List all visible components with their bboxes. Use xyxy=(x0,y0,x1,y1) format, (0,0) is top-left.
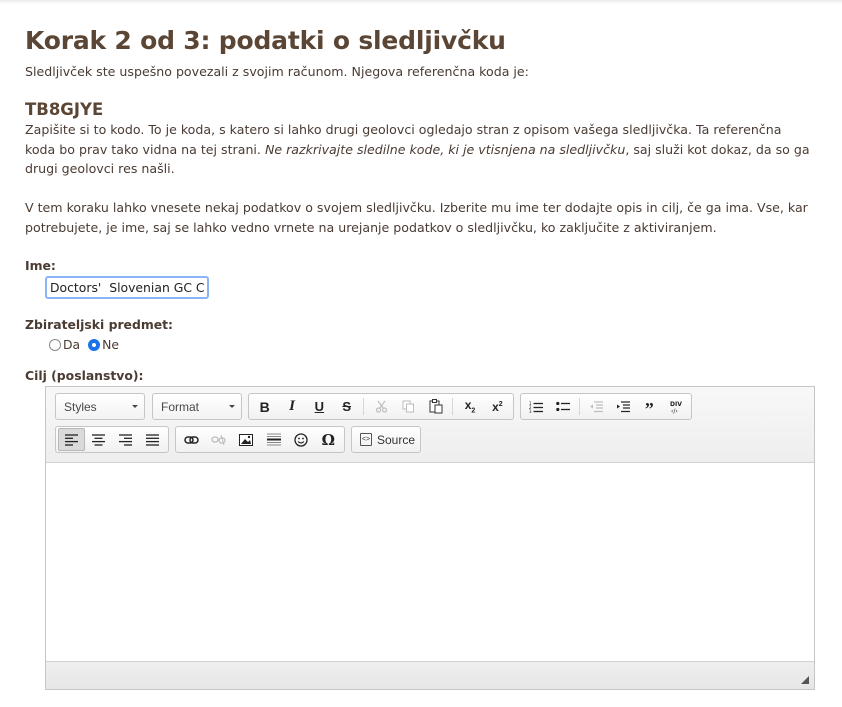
align-center-icon[interactable] xyxy=(85,428,112,451)
goal-label: Cilj (poslanstvo): xyxy=(25,368,144,383)
smiley-icon[interactable] xyxy=(287,428,314,451)
chevron-down-icon xyxy=(229,405,235,408)
collectible-radio-group: Da Ne xyxy=(49,337,127,352)
radio-no-circle[interactable] xyxy=(88,338,101,351)
radio-yes-circle[interactable] xyxy=(49,338,61,351)
source-button[interactable]: <> Source xyxy=(354,428,421,451)
radio-yes-label: Da xyxy=(63,337,81,352)
svg-text:DIV: DIV xyxy=(670,401,682,408)
toolbar-group-insert: Ω xyxy=(175,426,345,453)
numbered-list-icon[interactable]: 123 xyxy=(523,395,550,418)
toolbar-separator xyxy=(579,398,580,415)
svg-text:‹/›: ‹/› xyxy=(671,408,678,414)
radio-no-label: Ne xyxy=(102,337,120,352)
image-icon[interactable] xyxy=(233,428,260,451)
indent-icon[interactable] xyxy=(610,395,637,418)
toolbar-group-source: <> Source xyxy=(351,426,421,453)
link-icon[interactable] xyxy=(178,428,205,451)
bulleted-list-icon[interactable] xyxy=(550,395,577,418)
toolbar-group-paragraph: 123 ” DIV ‹/› xyxy=(520,393,692,420)
source-icon: <> xyxy=(360,433,372,446)
format-dropdown-label: Format xyxy=(161,399,200,414)
toolbar-group-align xyxy=(55,426,169,453)
collectible-radio-no[interactable]: Ne xyxy=(88,337,119,352)
styles-dropdown[interactable]: Styles xyxy=(55,393,145,420)
cut-icon[interactable] xyxy=(367,395,394,418)
page-title: Korak 2 od 3: podatki o sledljivčku xyxy=(25,26,506,55)
editor-content-area[interactable] xyxy=(46,463,814,663)
name-label: Ime: xyxy=(25,258,56,273)
superscript-icon[interactable]: x2 xyxy=(484,395,511,418)
bold-icon[interactable]: B xyxy=(251,395,278,418)
outdent-icon[interactable] xyxy=(583,395,610,418)
step-explanation: V tem koraku lahko vnesete nekaj podatko… xyxy=(25,200,808,235)
collectible-label: Zbirateljski predmet: xyxy=(25,317,174,332)
strikethrough-icon[interactable]: S xyxy=(333,395,360,418)
top-shadow xyxy=(0,0,842,4)
align-left-icon[interactable] xyxy=(58,428,86,451)
toolbar-separator xyxy=(363,398,365,415)
toolbar-separator xyxy=(452,398,454,415)
code-explanation: Zapišite si to kodo. To je koda, s kater… xyxy=(25,120,815,179)
code-explanation-emphasis: Ne razkrivajte sledilne kode, ki je vtis… xyxy=(264,141,626,157)
toolbar-group-basic: B I U S x2 x2 xyxy=(248,393,514,420)
rich-text-editor: Styles Format B I U S x2 x2 1 2 3 ” DIV … xyxy=(45,386,815,690)
horizontal-line-icon[interactable] xyxy=(260,428,287,451)
reference-code: TB8GJYE xyxy=(25,100,104,119)
subscript-icon[interactable]: x2 xyxy=(456,395,483,418)
align-right-icon[interactable] xyxy=(112,428,139,451)
editor-toolbar: Styles Format B I U S x2 x2 1 2 3 ” DIV … xyxy=(46,387,814,463)
styles-dropdown-label: Styles xyxy=(64,399,97,414)
paste-icon[interactable] xyxy=(422,395,449,418)
resize-handle-icon[interactable] xyxy=(801,676,809,684)
svg-text:3: 3 xyxy=(529,409,532,413)
name-input[interactable] xyxy=(45,276,209,299)
intro-text: Sledljivček ste uspešno povezali z svoji… xyxy=(25,64,529,79)
justify-icon[interactable] xyxy=(139,428,166,451)
italic-icon[interactable]: I xyxy=(278,395,305,418)
editor-bottom-bar xyxy=(46,661,814,689)
collectible-radio-yes[interactable]: Da xyxy=(49,337,80,352)
unlink-icon[interactable] xyxy=(205,428,232,451)
chevron-down-icon xyxy=(132,405,138,408)
copy-icon[interactable] xyxy=(395,395,422,418)
source-button-label: Source xyxy=(377,432,416,447)
format-dropdown[interactable]: Format xyxy=(152,393,242,420)
div-container-icon[interactable]: DIV ‹/› xyxy=(663,395,690,418)
underline-icon[interactable]: U xyxy=(306,395,333,418)
special-char-icon[interactable]: Ω xyxy=(315,428,342,451)
blockquote-icon[interactable]: ” xyxy=(636,395,663,419)
